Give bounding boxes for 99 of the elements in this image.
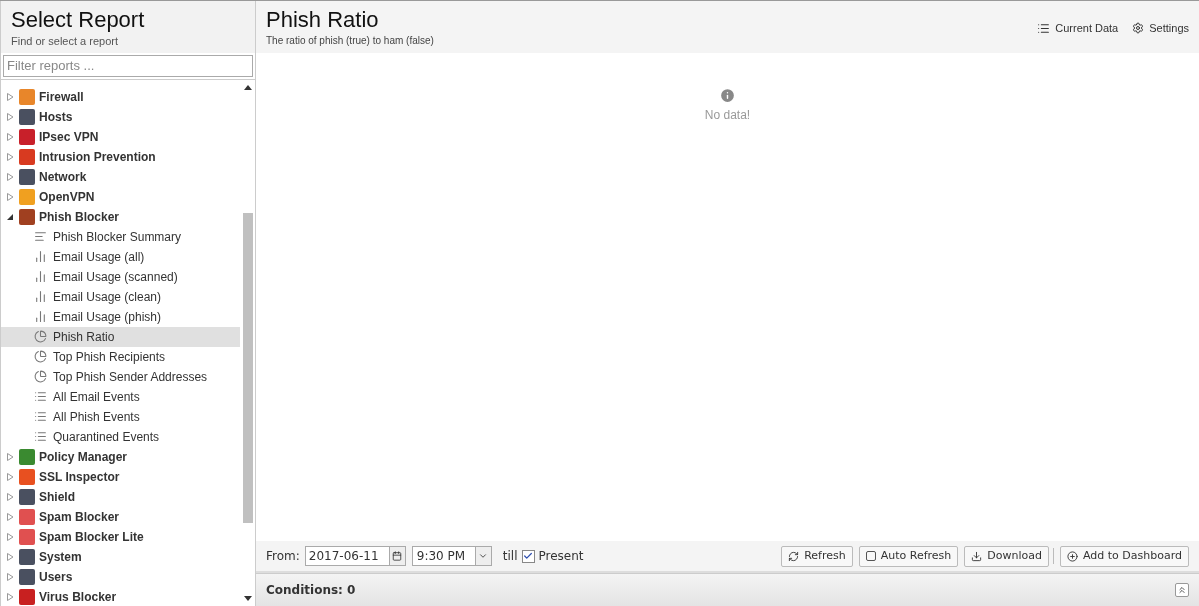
tree-item[interactable]: Virus Blocker [1, 586, 240, 606]
date-field[interactable]: 2017-06-11 [304, 546, 406, 566]
list-icon [34, 430, 47, 443]
tree-item[interactable]: Email Usage (clean) [1, 286, 240, 307]
app-icon [19, 568, 35, 585]
tree-item[interactable]: Email Usage (scanned) [1, 266, 240, 287]
add-to-dashboard-button[interactable]: Add to Dashboard [1060, 545, 1189, 567]
app-icon [19, 88, 35, 105]
tree-item[interactable]: Network [1, 166, 240, 187]
bar-chart-icon [34, 290, 47, 303]
filter-field[interactable]: Filter reports ... [3, 54, 253, 77]
app-icon [19, 208, 35, 225]
present-label: Present [538, 548, 584, 565]
add-icon [1067, 550, 1078, 562]
collapsed-arrow-icon[interactable] [7, 592, 14, 601]
collapsed-arrow-icon[interactable] [7, 152, 14, 161]
expanded-arrow-icon[interactable] [7, 212, 14, 221]
collapsed-arrow-icon[interactable] [7, 572, 14, 581]
tree-item[interactable]: Top Phish Sender Addresses [1, 366, 240, 387]
tree-item[interactable]: Hosts [1, 106, 240, 127]
tree-item[interactable]: System [1, 546, 240, 567]
app-icon [19, 588, 35, 605]
refresh-icon [788, 550, 800, 562]
collapsed-arrow-icon[interactable] [7, 532, 14, 541]
tree-item[interactable]: IPsec VPN [1, 126, 240, 147]
settings-icon [1132, 22, 1145, 35]
pie-chart-icon [34, 330, 47, 343]
bar-chart-icon [34, 270, 47, 283]
tree-item[interactable]: Users [1, 566, 240, 587]
download-button[interactable]: Download [964, 545, 1049, 567]
app-icon [19, 128, 35, 145]
report-description: The ratio of phish (true) to ham (false) [266, 34, 434, 48]
list-icon [34, 410, 47, 423]
auto-refresh-button[interactable]: Auto Refresh [858, 545, 959, 567]
tree-item[interactable]: Top Phish Recipients [1, 346, 240, 367]
list-icon [1037, 21, 1051, 35]
collapsed-arrow-icon[interactable] [7, 512, 14, 521]
current-data-button[interactable]: Current Data [1037, 20, 1119, 37]
calendar-icon [392, 551, 403, 561]
list-icon [34, 390, 47, 403]
pie-chart-icon [34, 370, 47, 383]
collapsed-arrow-icon[interactable] [7, 472, 14, 481]
tree-item[interactable]: Shield [1, 486, 240, 507]
sidebar-title: Select Report [11, 7, 146, 33]
sidebar-subtitle: Find or select a report [11, 34, 119, 49]
pie-chart-icon [34, 350, 47, 363]
tree-item[interactable]: Email Usage (all) [1, 246, 240, 267]
text-lines-icon [34, 230, 47, 243]
tree-item[interactable]: Policy Manager [1, 446, 240, 467]
settings-button[interactable]: Settings [1132, 20, 1189, 37]
tree-item[interactable]: SSL Inspector [1, 466, 240, 487]
tree-item[interactable]: Firewall [1, 86, 240, 107]
collapse-button[interactable] [1175, 583, 1189, 597]
app-icon [19, 528, 35, 545]
bar-chart-icon [34, 250, 47, 263]
no-data-message: No data! [704, 107, 751, 124]
tree-item[interactable]: Phish Ratio [1, 326, 240, 347]
from-label: From: [266, 548, 300, 565]
tree-item[interactable]: Phish Blocker Summary [1, 226, 240, 247]
app-icon [19, 548, 35, 565]
report-title: Phish Ratio [266, 7, 380, 33]
app-icon [19, 108, 35, 125]
app-icon [19, 508, 35, 525]
present-checkbox[interactable] [521, 549, 535, 563]
app-icon [19, 188, 35, 205]
till-label: till [502, 548, 518, 565]
tree-item[interactable]: Spam Blocker [1, 506, 240, 527]
app-icon [19, 468, 35, 485]
dropdown-icon [478, 551, 489, 561]
refresh-button[interactable]: Refresh [781, 545, 853, 567]
tree-item[interactable]: Email Usage (phish) [1, 306, 240, 327]
app-icon [19, 168, 35, 185]
double-chevron-icon [1177, 585, 1187, 595]
app-icon [19, 148, 35, 165]
tree-item[interactable]: Spam Blocker Lite [1, 526, 240, 547]
app-icon [19, 488, 35, 505]
scroll-down-icon[interactable] [243, 596, 252, 601]
tree-item[interactable]: OpenVPN [1, 186, 240, 207]
bar-chart-icon [34, 310, 47, 323]
tree-item[interactable]: All Email Events [1, 386, 240, 407]
collapsed-arrow-icon[interactable] [7, 112, 14, 121]
info-icon [719, 87, 736, 104]
conditions-label: Conditions: 0 [266, 582, 356, 599]
collapsed-arrow-icon[interactable] [7, 92, 14, 101]
scroll-thumb[interactable] [242, 212, 253, 523]
scroll-up-icon[interactable] [243, 84, 252, 90]
collapsed-arrow-icon[interactable] [7, 492, 14, 501]
collapsed-arrow-icon[interactable] [7, 452, 14, 461]
collapsed-arrow-icon[interactable] [7, 172, 14, 181]
tree-item[interactable]: Intrusion Prevention [1, 146, 240, 167]
collapsed-arrow-icon[interactable] [7, 552, 14, 561]
collapsed-arrow-icon[interactable] [7, 192, 14, 201]
tree-item[interactable]: Phish Blocker [1, 206, 240, 227]
time-field[interactable]: 9:30 PM [411, 546, 492, 566]
tree-item[interactable]: All Phish Events [1, 406, 240, 427]
collapsed-arrow-icon[interactable] [7, 132, 14, 141]
download-icon [971, 550, 983, 562]
tree-item[interactable]: Quarantined Events [1, 426, 240, 447]
app-icon [19, 448, 35, 465]
